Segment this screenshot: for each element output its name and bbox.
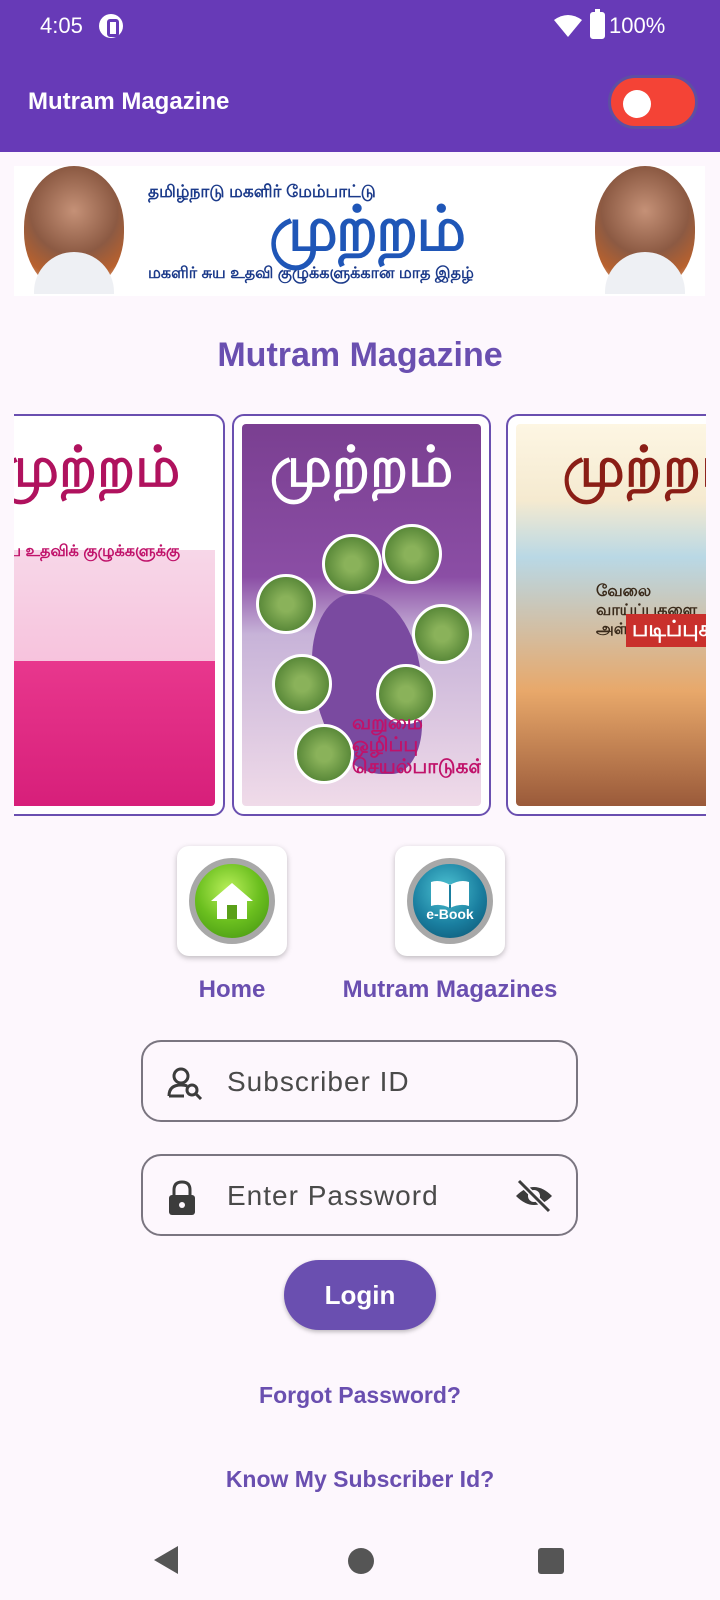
- status-bar: 4:05 100%: [0, 0, 720, 52]
- know-subscriber-id-link[interactable]: Know My Subscriber Id?: [0, 1466, 720, 1493]
- app-title: Mutram Magazine: [28, 88, 230, 115]
- toggle-knob: [623, 90, 651, 118]
- nav-magazines[interactable]: e-Book Mutram Magazines: [330, 846, 570, 1004]
- cover-title: முற்றம்: [14, 435, 181, 498]
- banner-logo-text: முற்றம்: [269, 195, 466, 264]
- app-bar: Mutram Magazine: [0, 52, 720, 152]
- nav-home[interactable]: Home: [177, 846, 287, 1004]
- magazines-tile[interactable]: e-Book: [395, 846, 505, 956]
- magazine-cover-card[interactable]: முற்றம் வேலை வாய்ப்புகளை அள்ளித் தரும் ப…: [506, 414, 706, 816]
- subscriber-id-input[interactable]: [227, 1062, 497, 1102]
- magazine-cover-image: முற்றம் வேலை வாய்ப்புகளை அள்ளித் தரும் ப…: [516, 424, 706, 806]
- cover-subtitle-highlight: படிப்புகள்: [626, 614, 706, 647]
- photo-circle: [322, 534, 382, 594]
- theme-toggle[interactable]: [608, 75, 698, 129]
- cover-subtitle: வறுமை ஒழிப்பு செயல்பாடுகள்: [352, 712, 481, 778]
- system-navigation-bar: [0, 1516, 720, 1600]
- recents-icon[interactable]: [538, 1548, 564, 1574]
- magazine-carousel[interactable]: முற்றம் சுய உதவிக் குழுக்களுக்கு முற்றம்…: [14, 414, 706, 818]
- subscriber-id-field[interactable]: [141, 1040, 578, 1122]
- photo-circle: [256, 574, 316, 634]
- password-field[interactable]: [141, 1154, 578, 1236]
- magazine-cover-card[interactable]: முற்றம் சுய உதவிக் குழுக்களுக்கு: [14, 414, 225, 816]
- status-time: 4:05: [40, 13, 83, 38]
- password-input[interactable]: [227, 1176, 497, 1216]
- cover-title: முற்றம்: [269, 435, 454, 498]
- home-icon: [189, 858, 275, 944]
- magazine-cover-card[interactable]: முற்றம் வறுமை ஒழிப்பு செயல்பாடுகள்: [232, 414, 491, 816]
- portrait-left: [24, 166, 124, 294]
- photo-circle: [272, 654, 332, 714]
- section-title: Mutram Magazine: [217, 336, 503, 374]
- user-search-icon: [167, 1067, 203, 1100]
- magazine-cover-image: முற்றம் வறுமை ஒழிப்பு செயல்பாடுகள்: [242, 424, 481, 806]
- header-banner: தமிழ்நாடு மகளிர் மேம்பாட்டு முற்றம் மகளி…: [14, 166, 705, 296]
- cover-title: முற்றம்: [562, 435, 706, 498]
- photo-circle: [382, 524, 442, 584]
- login-button[interactable]: Login: [284, 1260, 436, 1330]
- photo-circle: [412, 604, 472, 664]
- banner-bottom-text: மகளிர் சுய உதவி குழுக்களுக்கான மாத இதழ்: [148, 265, 474, 282]
- ebook-icon: e-Book: [407, 858, 493, 944]
- lock-icon: [169, 1180, 195, 1215]
- home-label[interactable]: Home: [177, 976, 287, 1004]
- home-circle-icon[interactable]: [348, 1548, 374, 1574]
- battery-icon: [590, 9, 605, 39]
- magazine-cover-image: முற்றம் சுய உதவிக் குழுக்களுக்கு: [14, 424, 215, 806]
- forgot-password-link[interactable]: Forgot Password?: [0, 1382, 720, 1409]
- home-tile[interactable]: [177, 846, 287, 956]
- portrait-right: [595, 166, 695, 294]
- notification-app-icon: [99, 14, 123, 38]
- wifi-icon: [554, 15, 582, 37]
- battery-percentage: 100%: [609, 13, 666, 38]
- ebook-text: e-Book: [426, 906, 474, 922]
- magazines-label[interactable]: Mutram Magazines: [330, 976, 570, 1004]
- photo-circle: [294, 724, 354, 784]
- back-icon[interactable]: [154, 1546, 178, 1574]
- cover-subtitle: சுய உதவிக் குழுக்களுக்கு: [14, 543, 181, 560]
- eye-off-icon[interactable]: [514, 1178, 554, 1214]
